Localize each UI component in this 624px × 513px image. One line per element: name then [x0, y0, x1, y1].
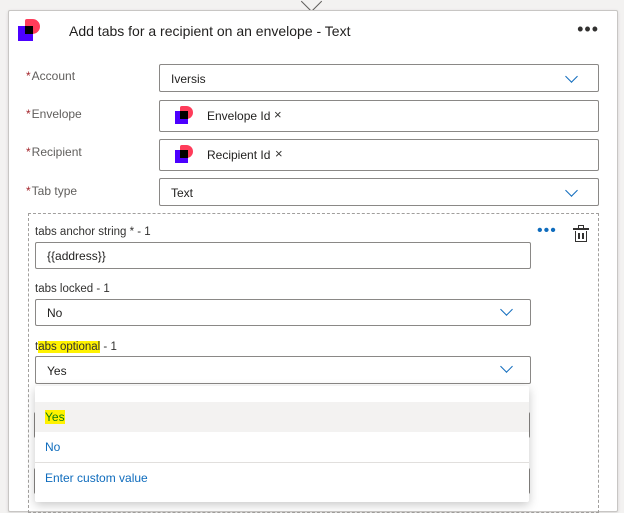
action-title[interactable]: Add tabs for a recipient on an envelope …	[69, 23, 350, 39]
chevron-down-icon	[565, 184, 578, 197]
tabs-optional-label: tabs optional - 1	[35, 341, 117, 353]
tabs-optional-value: Yes	[47, 364, 67, 378]
chevron-down-icon	[500, 303, 513, 316]
item-more-options-icon[interactable]: •••	[537, 222, 557, 240]
recipient-field[interactable]: Recipient Id ×	[159, 139, 599, 171]
tabs-optional-dropdown: Yes No Enter custom value	[35, 386, 529, 502]
more-options-icon[interactable]: •••	[577, 19, 599, 40]
remove-token-icon[interactable]: ×	[275, 146, 283, 161]
account-select[interactable]: Iversis	[159, 64, 599, 92]
chevron-down-icon	[500, 360, 513, 373]
account-label: *Account	[26, 69, 76, 83]
tabs-optional-select[interactable]: Yes	[35, 356, 531, 384]
envelope-token: Envelope Id	[207, 109, 271, 123]
envelope-field[interactable]: Envelope Id ×	[159, 100, 599, 132]
recipient-token: Recipient Id	[207, 148, 271, 162]
tabs-locked-value: No	[47, 306, 63, 320]
docusign-logo	[18, 19, 40, 41]
tab-type-label: *Tab type	[26, 184, 78, 198]
anchor-string-value: {{address}}	[47, 249, 106, 263]
tabs-locked-label: tabs locked - 1	[35, 283, 110, 295]
anchor-string-input[interactable]: {{address}}	[35, 242, 531, 269]
remove-token-icon[interactable]: ×	[274, 107, 282, 122]
docusign-logo	[175, 106, 193, 124]
envelope-label: *Envelope	[26, 107, 82, 121]
delete-item-icon[interactable]	[573, 225, 589, 242]
anchor-string-label: tabs anchor string * - 1	[35, 226, 151, 238]
chevron-down-icon	[565, 70, 578, 83]
enter-custom-value-option[interactable]: Enter custom value	[35, 463, 529, 493]
tab-type-select[interactable]: Text	[159, 178, 599, 206]
dropdown-option-no[interactable]: No	[35, 432, 529, 462]
tab-type-value: Text	[171, 186, 194, 200]
docusign-logo	[175, 145, 193, 163]
tabs-locked-select[interactable]: No	[35, 299, 531, 326]
dropdown-option-yes[interactable]: Yes	[35, 402, 529, 432]
account-value: Iversis	[171, 72, 206, 86]
recipient-label: *Recipient	[26, 145, 82, 159]
